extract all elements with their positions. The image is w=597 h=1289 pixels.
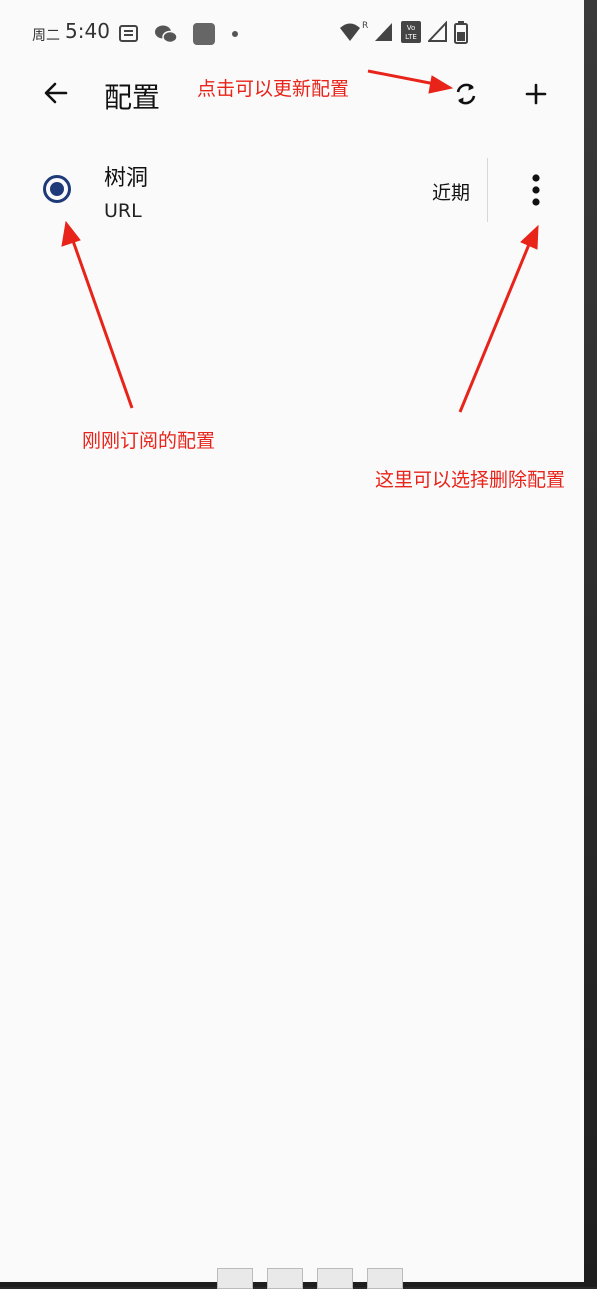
wifi-badge: R <box>362 21 368 31</box>
profile-list-item[interactable]: 树洞 URL 近期 <box>0 140 584 240</box>
battery-icon <box>454 20 468 44</box>
wechat-icon <box>154 24 178 44</box>
profile-radio-selected[interactable] <box>42 174 72 204</box>
refresh-icon <box>456 83 476 105</box>
annotation-subscribed: 刚刚订阅的配置 <box>82 430 216 452</box>
thumbnail <box>317 1268 353 1289</box>
status-time: 5:40 <box>65 19 110 43</box>
more-vertical-icon <box>532 174 540 206</box>
thumbnail <box>217 1268 253 1289</box>
item-divider <box>487 158 488 222</box>
profile-type: URL <box>104 200 142 222</box>
refresh-button[interactable] <box>448 76 484 112</box>
status-icons-right: R Vo LTE <box>338 20 468 44</box>
radio-checked-icon <box>43 175 71 203</box>
page-title: 配置 <box>104 81 161 114</box>
profile-name: 树洞 <box>104 166 149 191</box>
app-screen: 周二 5:40 R Vo LTE 配置 树洞 URL 近期 点击可以更新配置 刚… <box>0 0 584 1282</box>
svg-text:Vo: Vo <box>407 24 416 32</box>
plus-icon <box>525 83 547 105</box>
status-day: 周二 <box>32 28 60 44</box>
status-icons-left <box>118 22 240 46</box>
wifi-icon: R <box>338 20 368 44</box>
annotation-delete: 这里可以选择删除配置 <box>375 469 566 491</box>
profile-updated: 近期 <box>432 182 471 204</box>
notes-icon <box>118 24 140 44</box>
annotation-refresh: 点击可以更新配置 <box>197 78 350 100</box>
dot-icon <box>230 29 240 39</box>
svg-text:LTE: LTE <box>405 33 417 41</box>
arrow-left-icon <box>44 82 68 104</box>
thumbnail <box>367 1268 403 1289</box>
signal-icon <box>374 21 394 43</box>
thumbnail <box>267 1268 303 1289</box>
back-button[interactable] <box>38 75 74 111</box>
volte-icon: Vo LTE <box>400 20 422 44</box>
add-button[interactable] <box>518 76 554 112</box>
status-bar: 周二 5:40 R Vo LTE <box>0 0 584 64</box>
app-square-icon <box>192 22 216 46</box>
profile-more-button[interactable] <box>520 170 552 210</box>
signal-2-icon <box>428 21 448 43</box>
recent-thumbnails <box>217 1268 403 1289</box>
